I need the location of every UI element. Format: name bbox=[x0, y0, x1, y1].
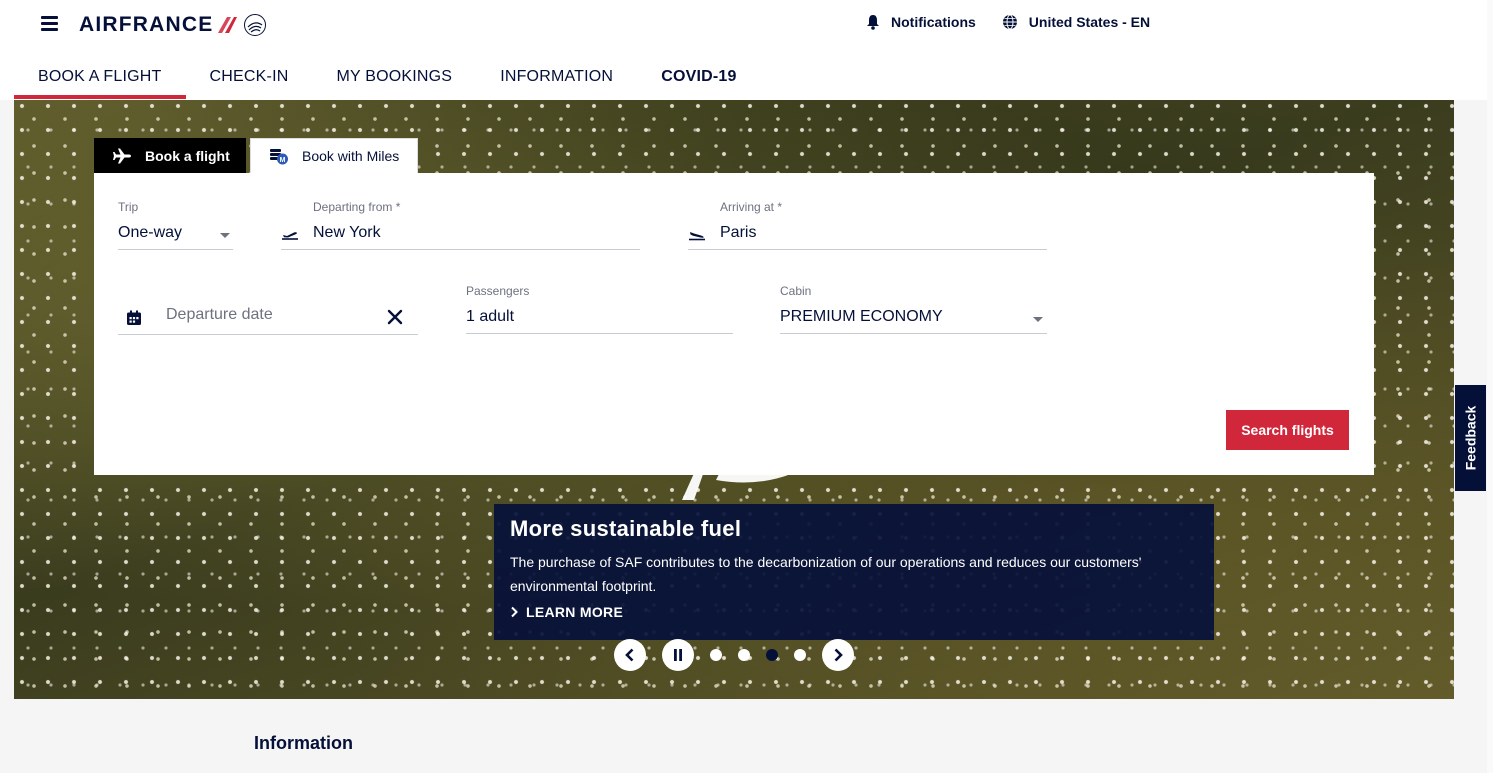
landing-icon bbox=[689, 232, 705, 241]
nav-my-bookings[interactable]: MY BOOKINGS bbox=[312, 55, 476, 99]
pause-icon bbox=[674, 649, 682, 661]
booking-tabs: Book a flight M Book with Miles bbox=[94, 138, 418, 173]
departing-label: Departing from * bbox=[313, 200, 401, 214]
calendar-icon bbox=[127, 310, 141, 325]
chevron-right-icon bbox=[834, 648, 843, 662]
departure-date-placeholder: Departure date bbox=[166, 306, 273, 323]
chevron-down-icon bbox=[220, 233, 230, 238]
trip-label: Trip bbox=[118, 200, 139, 214]
hero-banner: Book a flight M Book with Miles Trip One… bbox=[14, 100, 1454, 699]
arriving-label: Arriving at * bbox=[720, 200, 783, 214]
promo-title: More sustainable fuel bbox=[510, 516, 742, 541]
feedback-tab[interactable]: Feedback bbox=[1455, 385, 1486, 491]
feedback-label: Feedback bbox=[1462, 405, 1479, 471]
cabin-value: PREMIUM ECONOMY bbox=[780, 308, 943, 325]
promo-text: The purchase of SAF contributes to the d… bbox=[510, 554, 1142, 594]
departing-value: New York bbox=[313, 224, 381, 241]
locale-label: United States - EN bbox=[1028, 14, 1151, 30]
bell-icon bbox=[867, 15, 879, 30]
logo-slash-icon bbox=[218, 17, 238, 33]
tab-book-a-flight[interactable]: Book a flight bbox=[94, 138, 246, 173]
takeoff-icon bbox=[282, 232, 298, 240]
carousel-dot[interactable] bbox=[738, 649, 750, 661]
tab-label: Book a flight bbox=[145, 147, 230, 164]
booking-form: Trip One-way Departing from * New York A… bbox=[94, 173, 1374, 475]
cabin-select[interactable]: Cabin PREMIUM ECONOMY bbox=[780, 284, 1047, 334]
close-icon[interactable] bbox=[387, 309, 403, 325]
chevron-left-icon bbox=[625, 648, 634, 662]
passengers-input[interactable]: Passengers 1 adult bbox=[466, 284, 733, 334]
svg-text:M: M bbox=[280, 157, 286, 164]
carousel-dot-active[interactable] bbox=[766, 649, 778, 661]
chevron-down-icon bbox=[1033, 317, 1043, 322]
menu-icon[interactable] bbox=[41, 16, 58, 32]
trip-value: One-way bbox=[118, 224, 183, 241]
departing-from-input[interactable]: Departing from * New York bbox=[281, 200, 640, 250]
carousel-dot[interactable] bbox=[794, 649, 806, 661]
nav-book-a-flight[interactable]: BOOK A FLIGHT bbox=[14, 55, 186, 99]
arriving-at-input[interactable]: Arriving at * Paris bbox=[688, 200, 1047, 250]
promo-card: More sustainable fuel The purchase of SA… bbox=[494, 504, 1214, 640]
globe-icon bbox=[1002, 14, 1017, 30]
utility-links: Notifications United States - EN bbox=[866, 14, 1150, 30]
passengers-value: 1 adult bbox=[466, 308, 515, 325]
nav-check-in[interactable]: CHECK-IN bbox=[186, 55, 313, 99]
chevron-right-icon bbox=[511, 606, 518, 618]
trip-type-select[interactable]: Trip One-way bbox=[118, 200, 233, 250]
search-flights-button[interactable]: Search flights bbox=[1226, 410, 1349, 450]
page-scrollbar[interactable] bbox=[1487, 0, 1493, 773]
logo-wordmark: AIRFRANCE bbox=[79, 13, 214, 36]
notifications-link[interactable]: Notifications bbox=[866, 14, 976, 30]
carousel-next-button[interactable] bbox=[822, 639, 854, 671]
carousel-controls bbox=[614, 639, 874, 671]
top-header: AIRFRANCE Notifications United States - … bbox=[0, 0, 1493, 100]
information-heading: Information bbox=[254, 733, 353, 753]
main-nav: BOOK A FLIGHT CHECK-IN MY BOOKINGS INFOR… bbox=[14, 55, 761, 99]
learn-more-label: LEARN MORE bbox=[526, 604, 624, 620]
nav-information[interactable]: INFORMATION bbox=[476, 55, 637, 99]
nav-covid-19[interactable]: COVID-19 bbox=[637, 55, 760, 99]
locale-selector[interactable]: United States - EN bbox=[1002, 14, 1150, 30]
airfrance-logo[interactable]: AIRFRANCE bbox=[79, 12, 267, 38]
departure-date-input[interactable]: Departure date bbox=[118, 288, 418, 335]
miles-icon: M bbox=[270, 149, 288, 165]
carousel-prev-button[interactable] bbox=[614, 639, 646, 671]
arriving-value: Paris bbox=[720, 224, 757, 241]
tab-book-with-miles[interactable]: M Book with Miles bbox=[250, 138, 418, 173]
passengers-label: Passengers bbox=[466, 284, 530, 298]
notifications-label: Notifications bbox=[891, 14, 976, 30]
skyteam-seal-icon bbox=[244, 14, 267, 36]
carousel-dot[interactable] bbox=[710, 649, 722, 661]
tab-label: Book with Miles bbox=[302, 148, 400, 164]
airplane-icon bbox=[113, 148, 131, 163]
carousel-pause-button[interactable] bbox=[662, 639, 694, 671]
cabin-label: Cabin bbox=[780, 284, 812, 298]
learn-more-link[interactable]: LEARN MORE bbox=[510, 604, 1198, 620]
